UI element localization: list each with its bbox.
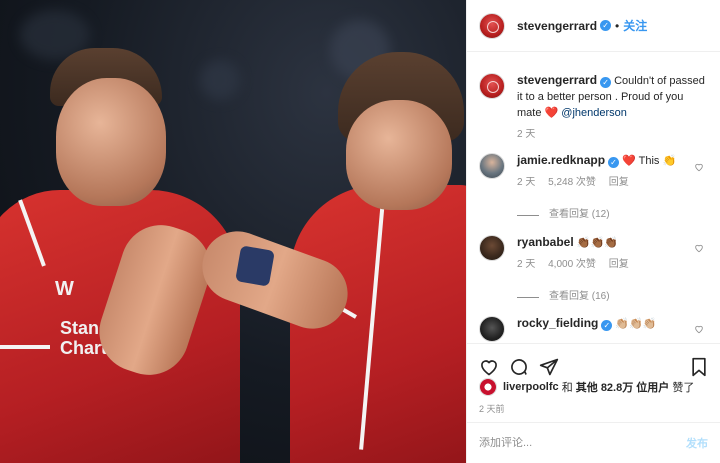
comment-item: ryanbabel 👏🏾👏🏾👏🏾 2 天 4,000 次赞 回复 查看回复 (1… <box>467 234 720 305</box>
comment-text: 👏🏾👏🏾👏🏾 <box>576 237 618 249</box>
post-sidebar: stevengerrard ✓ • 关注 stevengerrard ✓ Coul… <box>466 0 720 463</box>
view-replies-label: 查看回复 (12) <box>549 209 610 220</box>
verified-badge-icon: ✓ <box>600 20 612 31</box>
comment-item: jamie.redknapp ✓ ❤️ This 👏 2 天 5,248 次赞 回… <box>467 152 720 223</box>
comment-like-heart-icon[interactable] <box>694 324 704 334</box>
post-actions-bar <box>467 343 720 381</box>
separator-dot: • <box>615 18 620 33</box>
captain-armband <box>235 245 275 287</box>
heart-icon[interactable] <box>479 357 499 377</box>
right-player-head <box>346 100 452 210</box>
heart-emoji: ❤️ <box>544 107 559 119</box>
likes-liked: 赞了 <box>672 382 695 394</box>
comment-time: 2 天 <box>517 177 536 188</box>
comment-item: rocky_fielding ✓ 👏🏼👏🏼👏🏼 <box>467 315 720 342</box>
bookmark-icon[interactable] <box>690 357 708 377</box>
reply-button[interactable]: 回复 <box>609 259 629 270</box>
view-replies-button[interactable]: 查看回复 (12) <box>517 207 708 223</box>
replies-divider <box>517 296 539 298</box>
author-avatar[interactable] <box>479 73 505 99</box>
author-avatar[interactable] <box>479 12 505 39</box>
caption-username[interactable]: stevengerrard <box>517 73 597 87</box>
view-replies-label: 查看回复 (16) <box>549 291 610 302</box>
likes-users[interactable]: 位用户 <box>636 379 669 395</box>
comment-likes[interactable]: 5,248 次赞 <box>548 177 596 188</box>
commenter-avatar[interactable] <box>479 316 505 342</box>
post-timestamp[interactable]: 2 天前 <box>479 402 505 415</box>
likes-others[interactable]: 其他 <box>576 379 598 395</box>
share-icon[interactable] <box>539 357 559 377</box>
comment-text: 👏🏼👏🏼👏🏼 <box>615 318 657 330</box>
likes-and: 和 <box>561 382 573 394</box>
shirt-trim <box>0 345 50 349</box>
reply-button[interactable]: 回复 <box>609 177 629 188</box>
comment-like-heart-icon[interactable] <box>694 243 704 253</box>
author-username[interactable]: stevengerrard <box>517 19 597 33</box>
comment-like-heart-icon[interactable] <box>694 162 704 172</box>
comment-icon[interactable] <box>509 357 529 377</box>
verified-badge-icon: ✓ <box>600 77 612 88</box>
post-caption: stevengerrard ✓ Couldn't of passed it to … <box>467 72 720 143</box>
likes-summary: liverpoolfc 和 其他 82.8万 位用户 赞了 <box>479 378 708 396</box>
comment-username[interactable]: jamie.redknapp <box>517 153 605 167</box>
commenter-avatar[interactable] <box>479 235 505 261</box>
add-comment-bar: 发布 <box>467 422 720 463</box>
comment-text: ❤️ This 👏 <box>622 155 677 167</box>
comment-input[interactable] <box>479 437 686 449</box>
liker-username[interactable]: liverpoolfc <box>503 381 559 393</box>
caption-mention[interactable]: @jhenderson <box>561 107 627 119</box>
caption-time: 2 天 <box>517 129 536 140</box>
follow-button[interactable]: 关注 <box>623 17 647 34</box>
post-comment-button[interactable]: 发布 <box>686 435 708 451</box>
left-player-head <box>56 78 166 206</box>
likes-count[interactable]: 82.8万 <box>601 379 633 395</box>
post-photo[interactable]: W Standard Chartered <box>0 0 466 463</box>
comment-username[interactable]: ryanbabel <box>517 235 574 249</box>
commenter-avatar[interactable] <box>479 153 505 179</box>
comment-likes[interactable]: 4,000 次赞 <box>548 259 596 270</box>
comment-username[interactable]: rocky_fielding <box>517 316 598 330</box>
liker-avatar[interactable] <box>479 378 497 396</box>
kit-logo: W <box>55 278 74 300</box>
verified-badge-icon: ✓ <box>601 320 613 331</box>
verified-badge-icon: ✓ <box>608 157 620 168</box>
post-header: stevengerrard ✓ • 关注 <box>467 0 720 52</box>
comments-list[interactable]: stevengerrard ✓ Couldn't of passed it to … <box>467 52 720 343</box>
view-replies-button[interactable]: 查看回复 (16) <box>517 289 708 305</box>
replies-divider <box>517 214 539 216</box>
comment-time: 2 天 <box>517 259 536 270</box>
bokeh-light <box>200 60 240 100</box>
